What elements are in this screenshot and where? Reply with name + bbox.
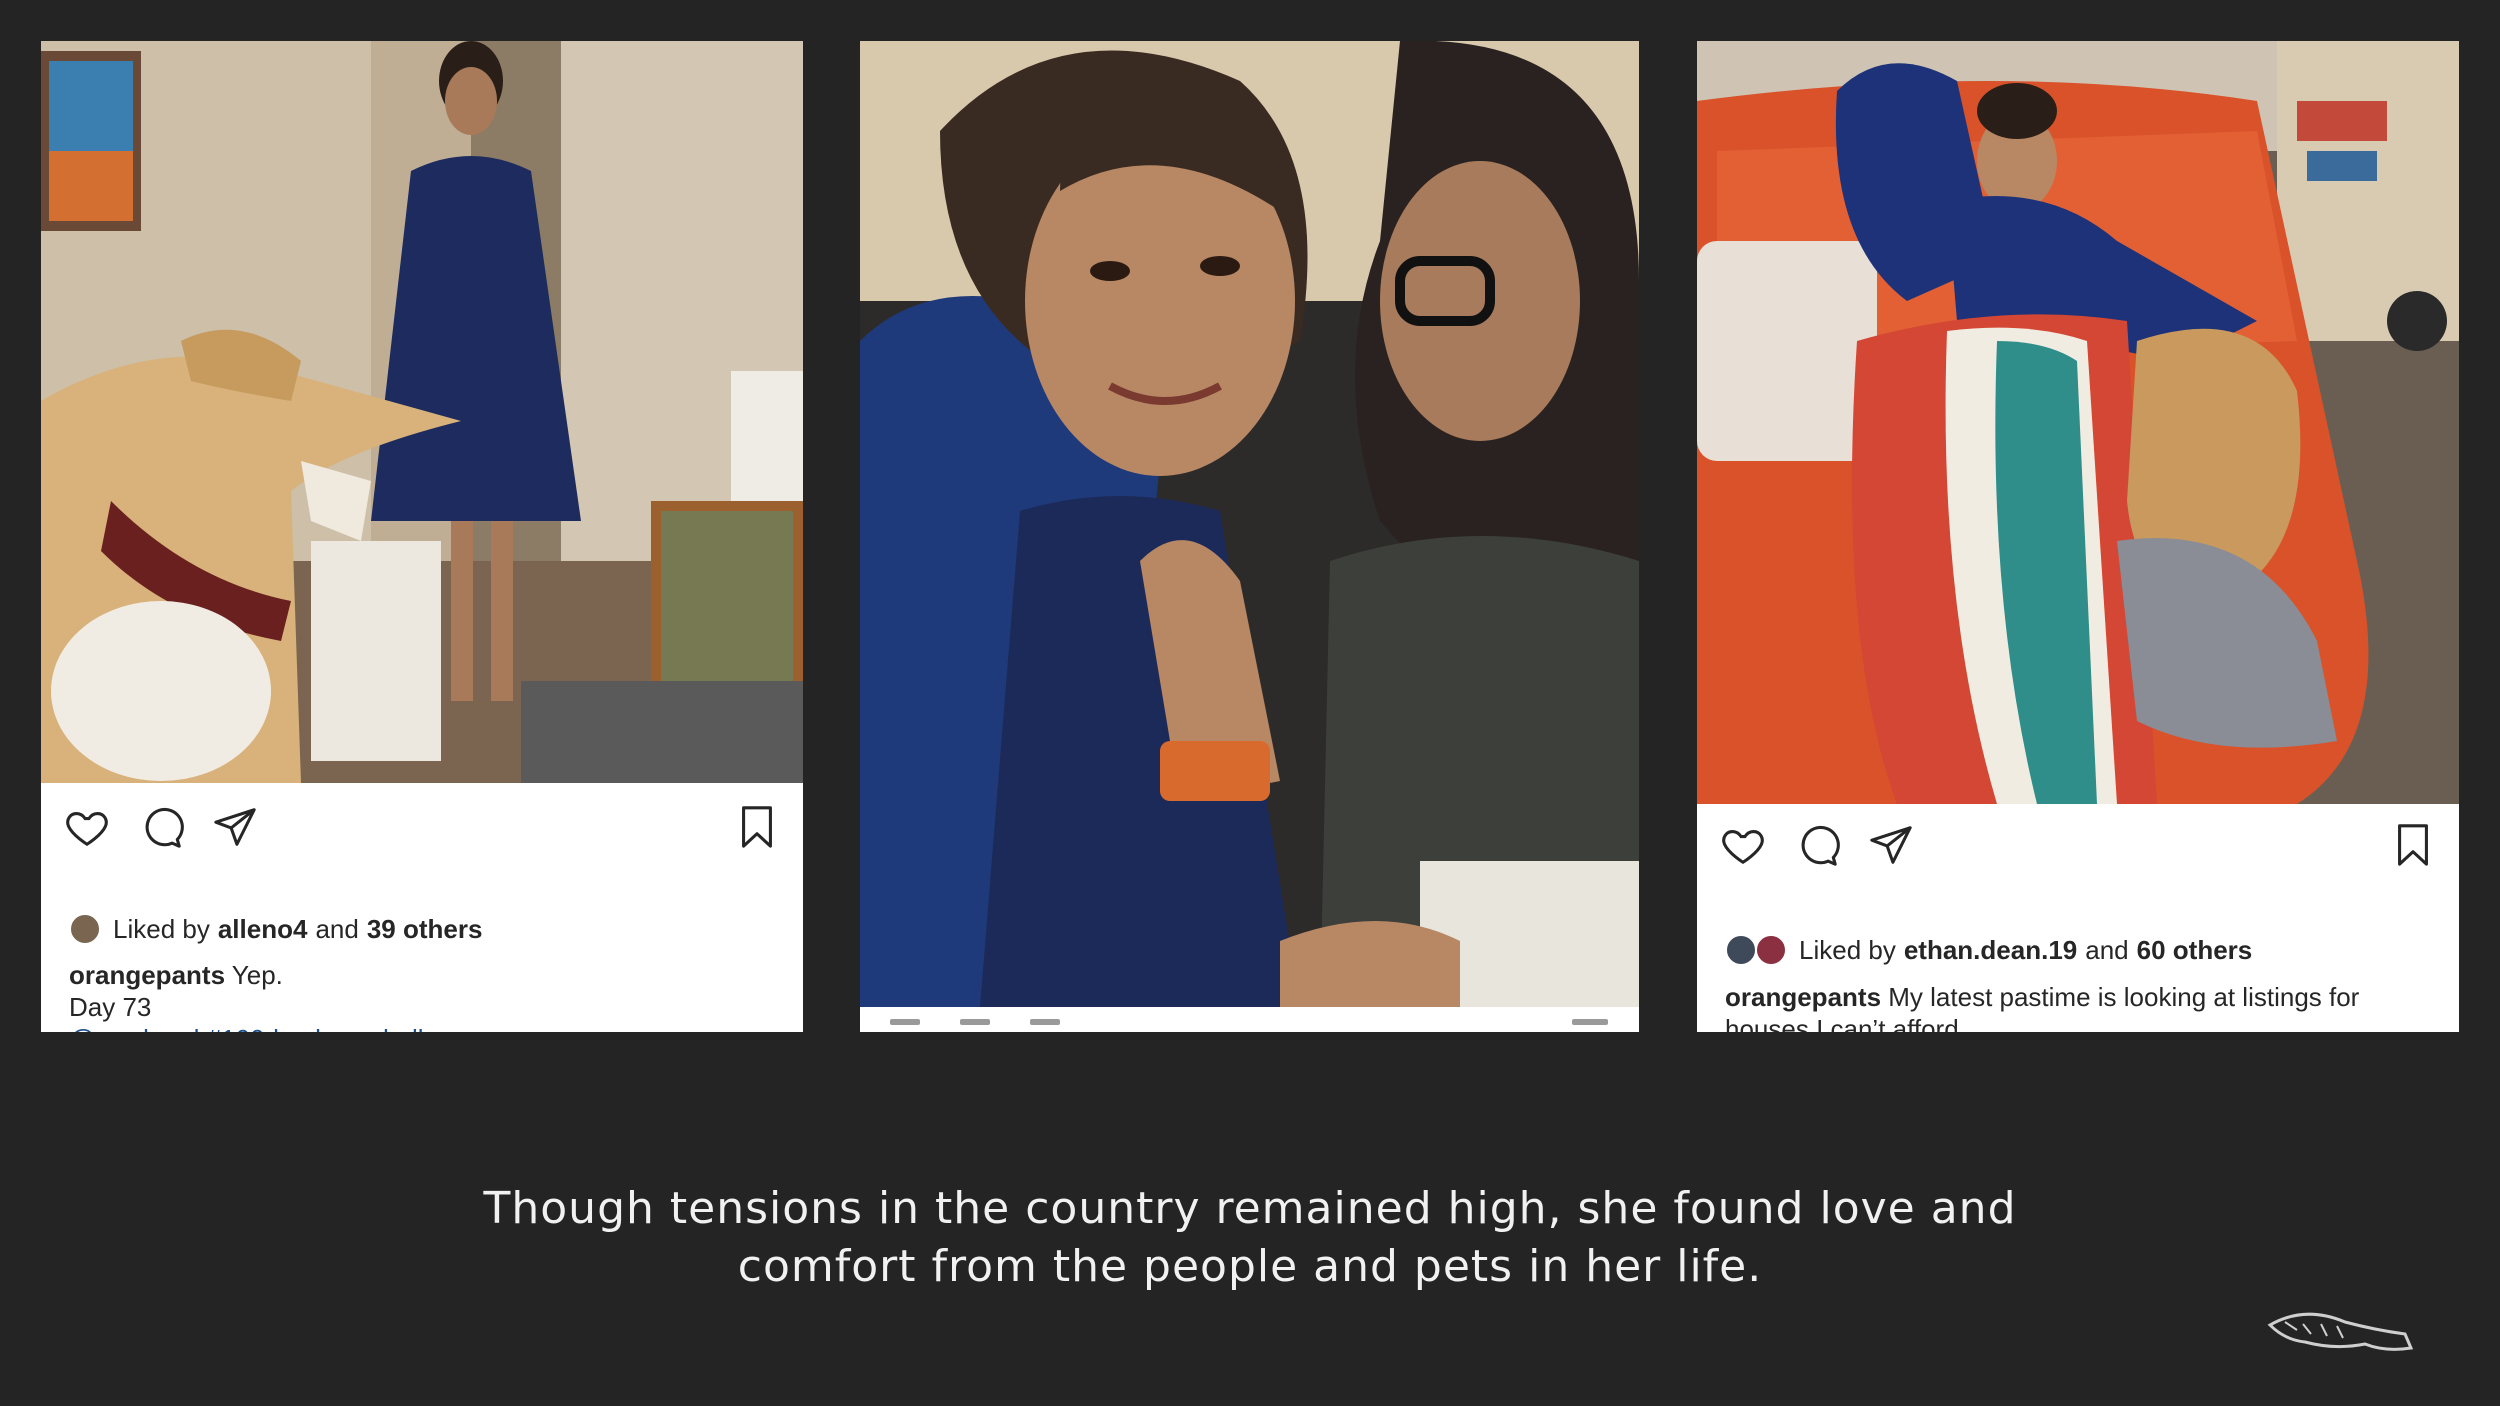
like-button[interactable] bbox=[1719, 821, 1767, 869]
liker-avatar[interactable] bbox=[1755, 934, 1787, 966]
photo-woman-on-couch bbox=[1697, 41, 2459, 804]
liker-avatar[interactable] bbox=[69, 913, 101, 945]
caption-username[interactable]: orangepants bbox=[1725, 982, 1881, 1012]
likes-count[interactable]: 39 others bbox=[367, 914, 483, 945]
bookmark-button[interactable] bbox=[733, 803, 781, 851]
comment-button[interactable] bbox=[1793, 821, 1841, 869]
liker-username[interactable]: ethan.dean.19 bbox=[1904, 935, 2077, 966]
comment-button[interactable] bbox=[137, 803, 185, 851]
share-button[interactable] bbox=[1867, 821, 1915, 869]
instagram-post-1: Liked by alleno4 and 39 others orangepan… bbox=[41, 41, 803, 1032]
post-caption: orangepants My latest pastime is looking… bbox=[1725, 981, 2431, 1032]
likes-prefix: Liked by bbox=[113, 913, 210, 944]
comment-icon bbox=[145, 807, 184, 848]
caption-text: Yep. bbox=[231, 960, 283, 990]
likes-prefix: Liked by bbox=[1799, 934, 1896, 965]
caption-line-2: Day 73 bbox=[69, 992, 152, 1022]
likes-count[interactable]: 60 others bbox=[2137, 935, 2253, 966]
caption-hashtags[interactable]: @wool.and #100daydresschallenge bbox=[69, 1023, 775, 1032]
caption-username[interactable]: orangepants bbox=[69, 960, 225, 990]
slide: Liked by alleno4 and 39 others orangepan… bbox=[0, 0, 2500, 1406]
photo-couple-selfie bbox=[860, 41, 1639, 1007]
post-actions bbox=[1697, 821, 2459, 881]
slide-caption-line-2: comfort from the people and pets in her … bbox=[737, 1241, 1763, 1292]
instagram-post-3: Liked by ethan.dean.19 and 60 others ora… bbox=[1697, 41, 2459, 1032]
bookmark-icon bbox=[742, 806, 772, 848]
bookmark-icon bbox=[2398, 824, 2428, 866]
likes-and: and bbox=[315, 913, 359, 944]
likes-line: Liked by alleno4 and 39 others bbox=[69, 913, 482, 945]
post-caption: orangepants Yep. Day 73 @wool.and #100da… bbox=[69, 959, 775, 1032]
slide-caption: Though tensions in the country remained … bbox=[0, 1180, 2500, 1296]
heart-icon bbox=[66, 812, 108, 847]
liker-username[interactable]: alleno4 bbox=[218, 914, 308, 945]
post-actions bbox=[41, 803, 803, 863]
likes-and: and bbox=[2085, 934, 2129, 965]
heart-icon bbox=[1722, 830, 1764, 865]
photo-woman-and-dog bbox=[41, 41, 803, 783]
liker-avatar[interactable] bbox=[1725, 934, 1757, 966]
likes-line: Liked by ethan.dean.19 and 60 others bbox=[1725, 934, 2252, 966]
comment-icon bbox=[1801, 825, 1840, 866]
post-photo[interactable] bbox=[1697, 41, 2459, 804]
post-actions-strip bbox=[860, 1007, 1639, 1032]
bookmark-button[interactable] bbox=[2389, 821, 2437, 869]
post-photo[interactable] bbox=[860, 41, 1639, 1007]
post-photo[interactable] bbox=[41, 41, 803, 783]
share-icon bbox=[1870, 826, 1912, 864]
like-button[interactable] bbox=[63, 803, 111, 851]
instagram-post-2 bbox=[860, 41, 1639, 1032]
fish-logo-icon bbox=[2267, 1312, 2414, 1351]
slide-caption-line-1: Though tensions in the country remained … bbox=[483, 1183, 2017, 1234]
share-icon bbox=[214, 808, 256, 846]
share-button[interactable] bbox=[211, 803, 259, 851]
